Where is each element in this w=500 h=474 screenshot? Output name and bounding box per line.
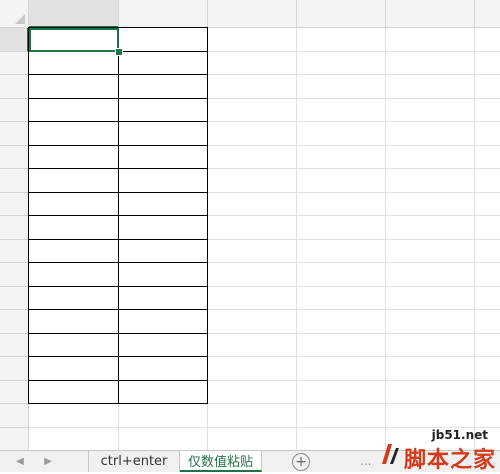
cell[interactable]	[119, 193, 208, 217]
row-header[interactable]	[0, 357, 29, 381]
cell[interactable]	[29, 75, 119, 99]
table-border-horizontal	[28, 262, 208, 263]
row-header[interactable]	[0, 169, 29, 193]
cell[interactable]	[29, 240, 119, 264]
table-border-horizontal	[28, 379, 208, 381]
table-border-horizontal	[28, 121, 208, 122]
cell[interactable]	[29, 52, 119, 76]
column-header[interactable]	[386, 0, 475, 28]
cell[interactable]	[29, 146, 119, 170]
table-border-horizontal	[28, 403, 208, 404]
cell[interactable]	[119, 169, 208, 193]
cell[interactable]	[119, 287, 208, 311]
watermark-url: jb51.net	[431, 428, 488, 442]
cell[interactable]	[119, 75, 208, 99]
cell[interactable]	[29, 169, 119, 193]
row-header[interactable]	[0, 380, 29, 404]
table-border-horizontal	[28, 191, 208, 193]
cell[interactable]	[119, 310, 208, 334]
cell[interactable]	[29, 381, 119, 405]
table-border-horizontal	[28, 168, 208, 169]
row-header[interactable]	[0, 28, 29, 52]
spreadsheet-grid[interactable]	[0, 0, 500, 450]
cell[interactable]	[119, 122, 208, 146]
table-border-horizontal	[28, 285, 208, 287]
row-header[interactable]	[0, 239, 29, 263]
cell[interactable]	[29, 263, 119, 287]
cell[interactable]	[119, 99, 208, 123]
tab-scroll-right-icon[interactable]: ▶	[40, 453, 56, 469]
table-border-horizontal	[28, 309, 208, 310]
watermark: jb51.net 脚本之家	[378, 428, 496, 473]
row-header[interactable]	[0, 427, 29, 450]
table-border-horizontal	[28, 356, 208, 357]
column-header[interactable]	[475, 0, 500, 28]
tab-ctrl-enter[interactable]: ctrl+enter	[88, 451, 180, 472]
fill-handle[interactable]	[115, 48, 123, 56]
cell[interactable]	[29, 122, 119, 146]
row-header[interactable]	[0, 122, 29, 146]
cell[interactable]	[29, 357, 119, 381]
cell[interactable]	[29, 193, 119, 217]
cell[interactable]	[119, 381, 208, 405]
cell[interactable]	[119, 357, 208, 381]
watermark-logo-icon	[382, 444, 399, 464]
table-border-horizontal	[28, 144, 208, 146]
cell[interactable]	[29, 334, 119, 358]
add-sheet-icon[interactable]: +	[292, 453, 310, 471]
row-header[interactable]	[0, 216, 29, 240]
row-header[interactable]	[0, 286, 29, 310]
row-header[interactable]	[0, 51, 29, 75]
cell[interactable]	[29, 310, 119, 334]
select-all-corner[interactable]	[0, 0, 29, 28]
table-border-horizontal	[28, 215, 208, 216]
table-border-horizontal	[28, 332, 208, 334]
row-header[interactable]	[0, 192, 29, 216]
cell[interactable]	[119, 146, 208, 170]
cell[interactable]	[119, 216, 208, 240]
row-header[interactable]	[0, 145, 29, 169]
cell[interactable]	[119, 240, 208, 264]
row-header[interactable]	[0, 404, 29, 428]
active-cell-outline	[29, 28, 119, 52]
cell[interactable]	[119, 52, 208, 76]
row-header[interactable]	[0, 310, 29, 334]
row-header[interactable]	[0, 98, 29, 122]
column-header[interactable]	[119, 0, 208, 28]
select-all-triangle-icon	[15, 14, 25, 24]
row-header[interactable]	[0, 75, 29, 99]
table-border-horizontal	[28, 238, 208, 240]
cell[interactable]	[29, 99, 119, 123]
watermark-name: 脚本之家	[403, 448, 496, 473]
row-header[interactable]	[0, 333, 29, 357]
cell[interactable]	[29, 287, 119, 311]
tab-overflow-icon[interactable]: ...	[360, 454, 371, 468]
column-header[interactable]	[29, 0, 119, 28]
cell[interactable]	[119, 28, 208, 52]
cell[interactable]	[119, 334, 208, 358]
cell[interactable]	[29, 216, 119, 240]
row-header[interactable]	[0, 263, 29, 287]
tab-scroll-left-icon[interactable]: ◀	[12, 453, 28, 469]
table-border-horizontal	[28, 97, 208, 99]
table-border-horizontal	[28, 74, 208, 75]
tab-values-only-paste[interactable]: 仅数值粘贴	[180, 451, 262, 472]
cell[interactable]	[119, 263, 208, 287]
column-header[interactable]	[297, 0, 386, 28]
column-header[interactable]	[208, 0, 297, 28]
